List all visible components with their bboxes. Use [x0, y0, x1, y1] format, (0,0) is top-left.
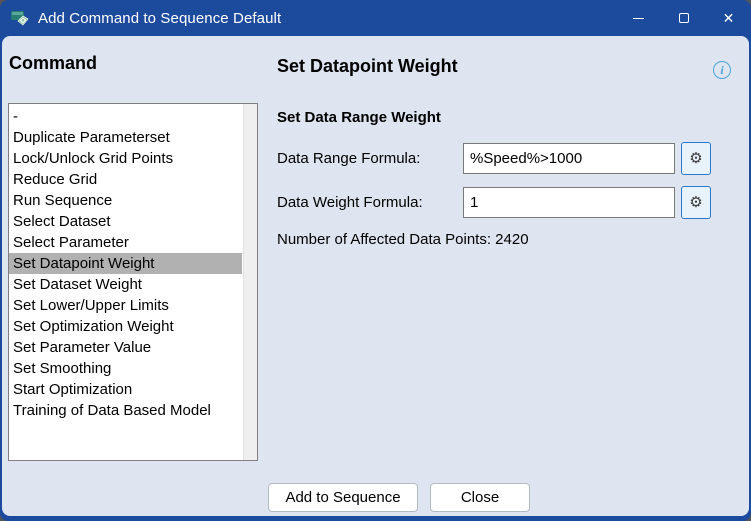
command-heading: Command: [9, 53, 97, 74]
list-item[interactable]: Select Parameter: [9, 232, 242, 253]
list-item[interactable]: -: [9, 106, 242, 127]
list-item[interactable]: Select Dataset: [9, 211, 242, 232]
list-item[interactable]: Training of Data Based Model: [9, 400, 242, 421]
list-item[interactable]: Set Dataset Weight: [9, 274, 242, 295]
list-item[interactable]: Run Sequence: [9, 190, 242, 211]
close-dialog-button[interactable]: Close: [430, 483, 530, 512]
data-range-formula-input[interactable]: [463, 143, 675, 174]
data-weight-formula-label: Data Weight Formula:: [277, 194, 423, 211]
list-item[interactable]: Set Smoothing: [9, 358, 242, 379]
list-item[interactable]: Set Optimization Weight: [9, 316, 242, 337]
section-subheading: Set Data Range Weight: [277, 109, 441, 126]
data-weight-formula-gear-button[interactable]: ⚙: [681, 186, 711, 219]
info-icon[interactable]: i: [713, 61, 731, 79]
maximize-button[interactable]: [661, 0, 706, 36]
data-range-formula-gear-button[interactable]: ⚙: [681, 142, 711, 175]
list-item[interactable]: Set Parameter Value: [9, 337, 242, 358]
titlebar: Add Command to Sequence Default ✕: [0, 0, 751, 36]
list-scrollbar[interactable]: [243, 104, 257, 460]
maximize-icon: [679, 13, 689, 23]
dialog-window: Add Command to Sequence Default ✕ Comman…: [0, 0, 751, 521]
add-to-sequence-button[interactable]: Add to Sequence: [268, 483, 418, 512]
app-icon: [10, 8, 30, 28]
page-title: Set Datapoint Weight: [277, 56, 458, 77]
close-icon: ✕: [723, 11, 735, 25]
close-button[interactable]: ✕: [706, 0, 751, 36]
list-item[interactable]: Set Lower/Upper Limits: [9, 295, 242, 316]
dialog-content: Command Set Datapoint Weight i -Duplicat…: [2, 36, 749, 516]
window-title: Add Command to Sequence Default: [38, 10, 281, 27]
list-item[interactable]: Start Optimization: [9, 379, 242, 400]
list-item[interactable]: Reduce Grid: [9, 169, 242, 190]
list-item[interactable]: Set Datapoint Weight: [9, 253, 242, 274]
affected-points-status: Number of Affected Data Points: 2420: [277, 231, 529, 248]
data-weight-formula-input[interactable]: [463, 187, 675, 218]
minimize-button[interactable]: [616, 0, 661, 36]
gear-icon: ⚙: [689, 151, 702, 166]
info-icon-glyph: i: [720, 63, 723, 78]
command-list[interactable]: -Duplicate ParametersetLock/Unlock Grid …: [8, 103, 258, 461]
list-item[interactable]: Duplicate Parameterset: [9, 127, 242, 148]
gear-icon: ⚙: [689, 195, 702, 210]
list-item[interactable]: Lock/Unlock Grid Points: [9, 148, 242, 169]
data-range-formula-label: Data Range Formula:: [277, 150, 420, 167]
minimize-icon: [633, 18, 644, 19]
